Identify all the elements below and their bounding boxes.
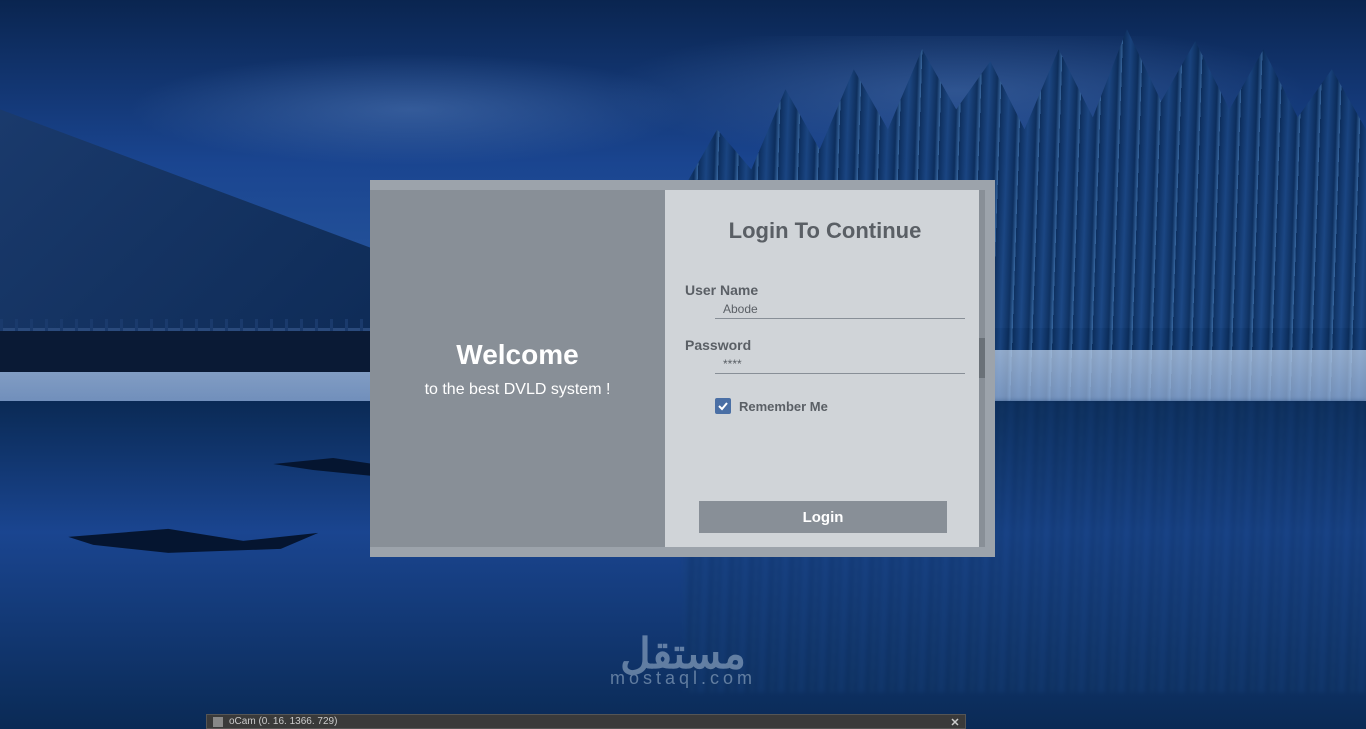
background-bridge <box>0 328 410 372</box>
username-label: User Name <box>685 282 965 298</box>
remember-label: Remember Me <box>739 399 828 414</box>
login-panel: Login To Continue User Name Password Rem… <box>665 190 985 547</box>
login-title: Login To Continue <box>685 218 965 244</box>
watermark-latin: mostaql.com <box>610 668 756 689</box>
username-group: User Name <box>685 282 965 319</box>
dialog-scroll-thumb[interactable] <box>979 338 985 378</box>
password-group: Password <box>685 337 965 374</box>
username-input[interactable] <box>715 300 965 319</box>
taskbar-window[interactable]: oCam (0. 16. 1366. 729) <box>206 714 966 729</box>
remember-row: Remember Me <box>715 398 965 414</box>
login-dialog: Welcome to the best DVLD system ! Login … <box>370 180 995 557</box>
taskbar-title: oCam (0. 16. 1366. 729) <box>229 716 337 727</box>
check-icon <box>717 400 729 412</box>
watermark: مستقل mostaql.com <box>610 629 756 689</box>
password-label: Password <box>685 337 965 353</box>
welcome-panel: Welcome to the best DVLD system ! <box>370 190 665 547</box>
login-button[interactable]: Login <box>699 501 947 533</box>
password-input[interactable] <box>715 355 965 374</box>
taskbar-close-button[interactable] <box>947 715 963 728</box>
remember-checkbox[interactable] <box>715 398 731 414</box>
close-icon <box>951 718 959 726</box>
taskbar-app-icon <box>213 717 223 727</box>
welcome-title: Welcome <box>456 339 578 371</box>
welcome-subtitle: to the best DVLD system ! <box>425 381 611 399</box>
